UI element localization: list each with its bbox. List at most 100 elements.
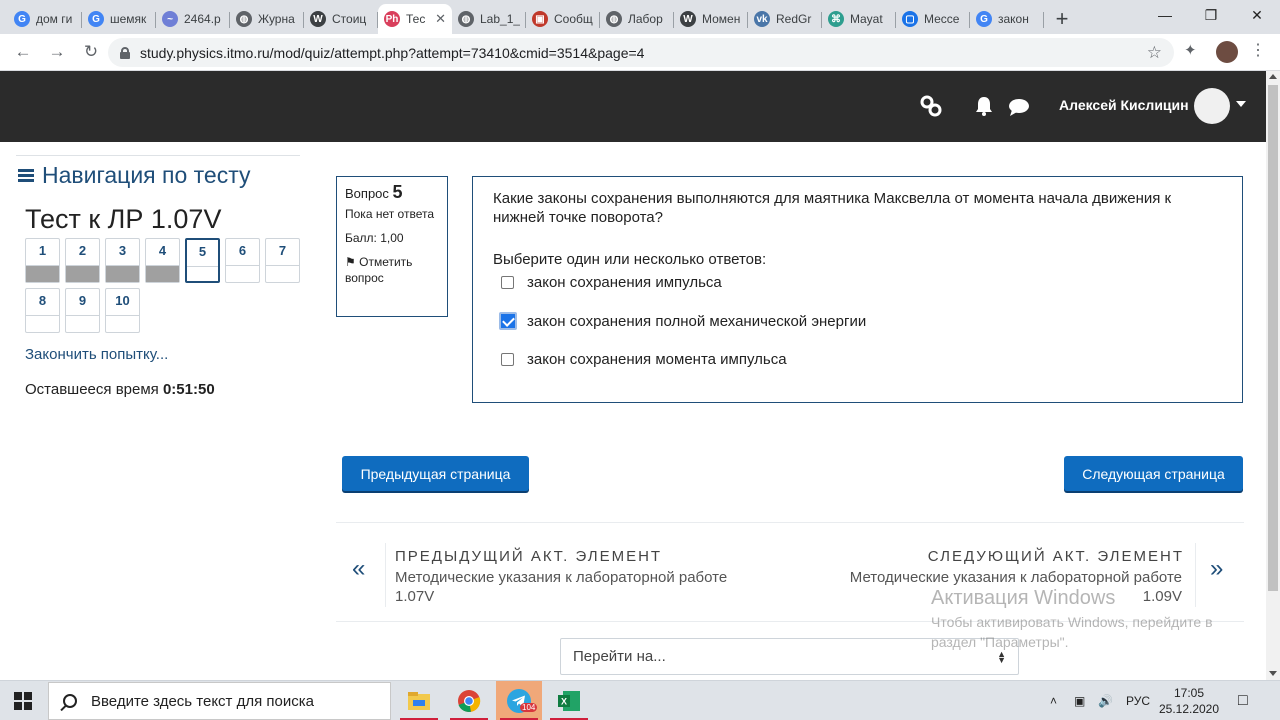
extensions-icon[interactable]: ✦ [1184,41,1197,59]
user-avatar[interactable] [1194,88,1230,124]
question-nav-button[interactable]: 6 [225,238,260,283]
question-nav-status-bar [26,265,59,282]
back-icon[interactable]: ← [8,37,38,67]
browser-tab[interactable]: ~2464.p [156,4,230,34]
meet-now-icon[interactable]: ▣ [1074,681,1085,720]
double-chevron-right-icon[interactable]: » [1210,555,1223,583]
messenger-icon: ▢ [902,11,918,27]
browser-tab[interactable]: ◍ Lab_1_ [452,4,526,34]
question-nav-number: 5 [198,244,207,259]
browser-tab[interactable]: ◍ Лабор [600,4,674,34]
profile-avatar[interactable] [1216,41,1238,63]
answer-option[interactable]: закон сохранения момента импульса [501,351,787,368]
excel-icon[interactable]: X [546,681,592,720]
answer-option[interactable]: закон сохранения импульса [501,274,722,291]
forward-icon[interactable]: → [42,37,72,67]
previous-activity-title[interactable]: Методические указания к лабораторной раб… [395,568,727,606]
next-page-button[interactable]: Следующая страница [1064,456,1243,491]
chrome-icon[interactable] [446,681,492,720]
browser-tab[interactable]: vk RedGr [748,4,822,34]
telegram-icon[interactable]: 104 [496,681,542,720]
next-activity-title-line1: Методические указания к лабораторной раб… [849,569,1182,586]
answer-prompt: Выберите один или несколько ответов: [493,251,767,268]
finish-attempt-link[interactable]: Закончить попытку... [25,346,168,363]
answer-checkbox[interactable] [501,353,514,366]
show-hidden-icons[interactable]: ˄ [1050,681,1057,720]
answer-option-label[interactable]: закон сохранения полной механической эне… [527,313,866,330]
browser-tab-label: Тес [406,12,426,26]
browser-menu-icon[interactable]: ⋮ [1250,40,1266,60]
question-nav-button[interactable]: 2 [65,238,100,283]
question-nav-button[interactable]: 10 [105,288,140,333]
question-nav-button[interactable]: 5 [185,238,220,283]
question-nav-number: 1 [38,243,47,258]
system-clock[interactable]: 17:05 25.12.2020 [1152,685,1226,717]
question-nav-button[interactable]: 7 [265,238,300,283]
browser-tab[interactable]: Gзакон [970,4,1044,34]
question-nav-button[interactable]: 8 [25,288,60,333]
flag-question-link[interactable]: ⚑ Отметить вопрос [345,254,439,286]
quiz-navigation-title[interactable]: Навигация по тесту [18,162,251,189]
reload-icon[interactable]: ↻ [76,37,106,67]
previous-activity-heading[interactable]: ПРЕДЫДУЩИЙ АКТ. ЭЛЕМЕНТ [395,548,662,565]
notification-center-icon[interactable]: □ [1238,681,1248,720]
wikipedia-icon: W [310,11,326,27]
answer-option-label[interactable]: закон сохранения импульса [527,274,722,291]
telegram-badge: 104 [520,703,538,712]
google-icon: G [88,11,104,27]
messages-icon[interactable] [1008,98,1030,116]
windows-start-icon[interactable] [14,692,32,710]
page-scrollbar[interactable] [1266,71,1280,680]
previous-activity-title-line2: 1.07V [395,588,435,605]
browser-tab[interactable]: W Момен [674,4,748,34]
google-icon: G [14,11,30,27]
link-icon[interactable] [920,95,942,117]
question-nav-button[interactable]: 1 [25,238,60,283]
browser-tab[interactable]: ▢ Мессе [896,4,970,34]
browser-tab[interactable]: W Стоиц [304,4,378,34]
hamburger-icon[interactable] [18,169,34,182]
scroll-down-icon[interactable] [1269,671,1277,676]
browser-tab-label: Lab_1_ [480,12,520,26]
input-language[interactable]: РУС [1126,681,1150,720]
minimize-icon[interactable]: — [1142,0,1188,30]
browser-tab[interactable]: ◍ Журна [230,4,304,34]
activation-watermark-text: Чтобы активировать Windows, перейдите в … [931,614,1213,650]
taskbar-search-input[interactable]: Введите здесь текст для поиска [48,682,391,720]
browser-tab-label: Стоиц [332,12,367,26]
browser-tab[interactable]: Ph Тес ✕ [378,4,452,34]
bookmark-star-icon[interactable]: ☆ [1147,43,1162,63]
tab-close-icon[interactable]: ✕ [435,11,446,27]
user-menu-caret-icon[interactable] [1236,101,1246,107]
lock-icon [120,46,130,59]
user-name[interactable]: Алексей Кислицин [1059,97,1189,113]
question-status: Пока нет ответа [345,207,435,221]
browser-tab-label: Мессе [924,12,960,26]
answer-checkbox[interactable] [499,312,517,330]
new-tab-icon[interactable]: + [1048,4,1076,34]
browser-tab[interactable]: ⌘ Mayat [822,4,896,34]
answer-option[interactable]: закон сохранения полной механической эне… [499,312,866,330]
question-nav-button[interactable]: 3 [105,238,140,283]
address-bar[interactable]: study.physics.itmo.ru/mod/quiz/attempt.p… [108,38,1174,67]
close-window-icon[interactable]: ✕ [1234,0,1280,30]
volume-icon[interactable]: 🔊 [1098,681,1113,720]
previous-page-button[interactable]: Предыдущая страница [342,456,529,491]
restore-icon[interactable]: ❐ [1188,0,1234,30]
browser-tab[interactable]: Gдом ги [8,4,82,34]
question-nav-button[interactable]: 4 [145,238,180,283]
notifications-bell-icon[interactable] [974,96,994,116]
file-explorer-icon[interactable] [396,681,442,720]
next-activity-heading[interactable]: СЛЕДУЮЩИЙ АКТ. ЭЛЕМЕНТ [928,548,1184,565]
answer-option-label[interactable]: закон сохранения момента импульса [527,351,787,368]
browser-toolbar: ← → ↻ study.physics.itmo.ru/mod/quiz/att… [0,34,1280,71]
globe-icon: ◍ [236,11,252,27]
browser-tab[interactable]: ▣ Сообщ [526,4,600,34]
scroll-thumb[interactable] [1268,85,1278,591]
activation-watermark-title: Активация Windows [931,587,1116,609]
browser-tab[interactable]: Gшемяк [82,4,156,34]
double-chevron-left-icon[interactable]: « [352,555,365,583]
scroll-up-icon[interactable] [1269,74,1277,79]
answer-checkbox[interactable] [501,276,514,289]
question-nav-button[interactable]: 9 [65,288,100,333]
